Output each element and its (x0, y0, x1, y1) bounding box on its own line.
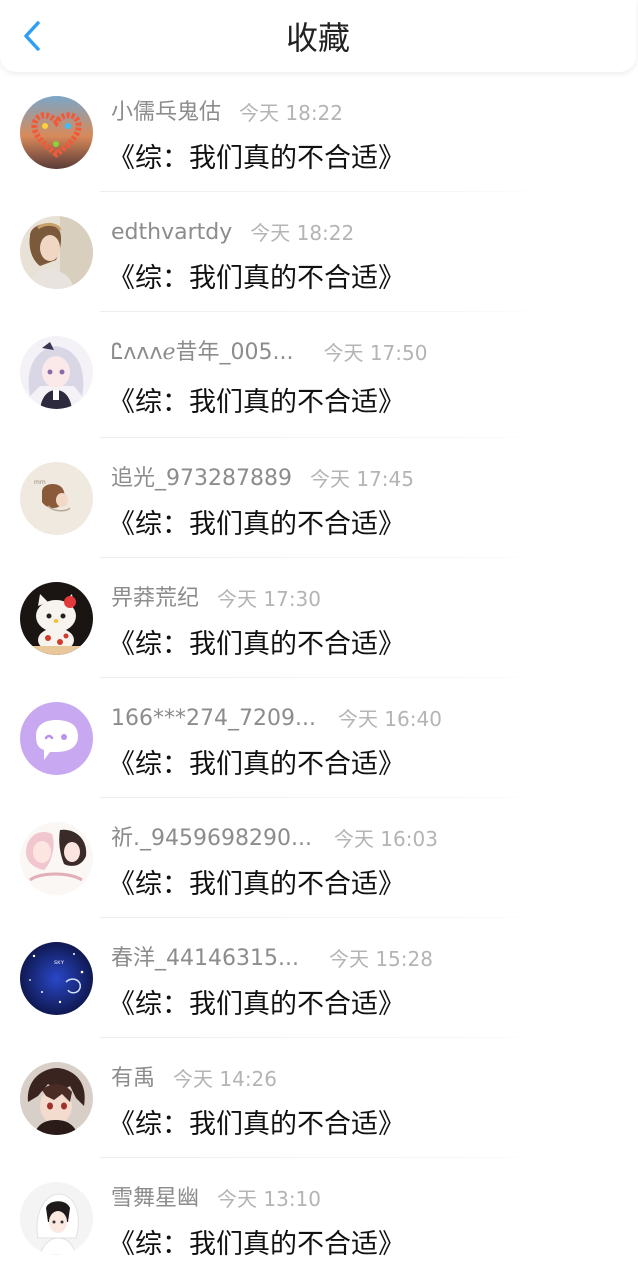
anime-couple-icon (20, 822, 93, 895)
avatar[interactable]: mm (20, 462, 93, 535)
timestamp: 今天 18:22 (250, 221, 355, 245)
book-title: 《综：我们真的不合适》 (108, 749, 405, 780)
user-name: 有禹 (111, 1066, 156, 1091)
list-item[interactable]: 小儒乓鬼估 今天 18:22 《综：我们真的不合适》 (0, 72, 638, 192)
svg-text:mm: mm (34, 479, 46, 486)
user-name: Ꮭᴧᴧᴧℯ昔年_005... (111, 340, 294, 365)
user-name: 166***274_7209... (111, 706, 316, 731)
timestamp: 今天 15:28 (328, 947, 433, 971)
anime-girl-icon (20, 336, 93, 409)
avatar[interactable] (20, 822, 93, 895)
list-item[interactable]: mm 追光_973287889 今天 17:45 《综：我们真的不合适》 (0, 438, 638, 558)
timestamp: 今天 13:10 (217, 1187, 322, 1211)
book-title: 《综：我们真的不合适》 (108, 143, 405, 174)
avatar[interactable] (20, 336, 93, 409)
user-name: 祈._9459698290... (111, 826, 312, 851)
list-item[interactable]: edthvartdy 今天 18:22 《综：我们真的不合适》 (0, 192, 638, 312)
book-title: 《综：我们真的不合适》 (108, 989, 405, 1020)
list-item[interactable]: 祈._9459698290... 今天 16:03 《综：我们真的不合适》 (0, 798, 638, 918)
favorites-list: 小儒乓鬼估 今天 18:22 《综：我们真的不合适》 edthvartdy 今天 1… (0, 72, 638, 1278)
timestamp: 今天 16:03 (333, 827, 438, 851)
timestamp: 今天 17:50 (323, 341, 428, 365)
timestamp: 今天 17:30 (217, 587, 322, 611)
book-title: 《综：我们真的不合适》 (108, 869, 405, 900)
user-name: 雪舞星幽 (111, 1186, 200, 1211)
top-bar: 收藏 (0, 0, 636, 72)
page-title: 收藏 (285, 19, 350, 57)
book-title: 《综：我们真的不合适》 (108, 263, 405, 294)
list-item[interactable]: 有禹 今天 14:26 《综：我们真的不合适》 (0, 1038, 638, 1158)
user-name: 追光_973287889 (111, 466, 292, 491)
book-title: 《综：我们真的不合适》 (108, 509, 405, 540)
svg-text:ꜱᴋʏ: ꜱᴋʏ (54, 959, 65, 966)
timestamp: 今天 17:45 (309, 467, 414, 491)
avatar[interactable] (20, 1062, 93, 1135)
avatar[interactable] (20, 96, 93, 169)
user-name: edthvartdy (111, 220, 233, 245)
anime-boy-icon (20, 1062, 93, 1135)
list-item[interactable]: 166***274_7209... 今天 16:40 《综：我们真的不合适》 (0, 678, 638, 798)
list-item[interactable]: 畀莽荒纪 今天 17:30 《综：我们真的不合适》 (0, 558, 638, 678)
hello-kitty-icon (20, 582, 93, 655)
user-name: 畀莽荒纪 (111, 586, 200, 611)
list-item[interactable]: 雪舞星幽 今天 13:10 《综：我们真的不合适》 (0, 1158, 638, 1278)
timestamp: 今天 16:40 (337, 707, 442, 731)
white-hood-girl-icon (20, 1182, 93, 1255)
avatar[interactable] (20, 216, 93, 289)
timestamp: 今天 18:22 (239, 101, 344, 125)
sketch-girl-icon: mm (20, 462, 93, 535)
heart-sunset-icon (20, 96, 93, 169)
avatar[interactable]: ꜱᴋʏ (20, 942, 93, 1015)
avatar[interactable] (20, 702, 93, 775)
user-name: 小儒乓鬼估 (111, 100, 222, 125)
book-title: 《综：我们真的不合适》 (108, 1109, 405, 1140)
book-title: 《综：我们真的不合适》 (108, 1229, 405, 1260)
list-item[interactable]: Ꮭᴧᴧᴧℯ昔年_005... 今天 17:50 《综：我们真的不合适》 (0, 312, 638, 438)
book-title: 《综：我们真的不合适》 (108, 387, 405, 418)
list-item[interactable]: ꜱᴋʏ 春洋_44146315... 今天 15:28 《综：我们真的不合适》 (0, 918, 638, 1038)
avatar[interactable] (20, 1182, 93, 1255)
book-title: 《综：我们真的不合适》 (108, 629, 405, 660)
starry-night-icon: ꜱᴋʏ (20, 942, 93, 1015)
avatar[interactable] (20, 582, 93, 655)
user-name: 春洋_44146315... (111, 946, 299, 971)
chat-bubble-icon (20, 702, 93, 775)
girl-portrait-icon (20, 216, 93, 289)
timestamp: 今天 14:26 (173, 1067, 278, 1091)
